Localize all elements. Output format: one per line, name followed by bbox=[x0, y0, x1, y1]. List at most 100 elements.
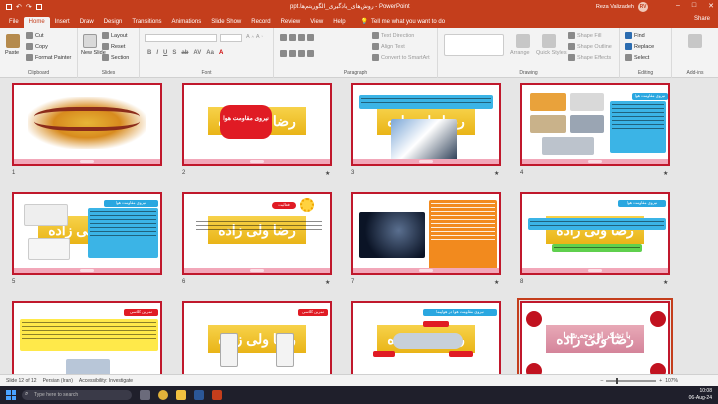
zoom-in-icon[interactable]: + bbox=[659, 378, 662, 384]
arrange-icon[interactable] bbox=[516, 34, 530, 48]
shape-effects-button[interactable]: Shape Effects bbox=[568, 54, 611, 61]
shape-fill-button[interactable]: Shape Fill bbox=[568, 32, 601, 39]
undo-icon[interactable]: ↶ bbox=[16, 3, 22, 11]
font-name-box[interactable] bbox=[145, 34, 217, 42]
tab-slide-show[interactable]: Slide Show bbox=[206, 17, 246, 28]
case-icon[interactable]: Aa bbox=[206, 50, 214, 56]
section-button[interactable]: Section bbox=[102, 54, 129, 61]
underline-icon[interactable]: U bbox=[163, 50, 167, 56]
quick-styles-button[interactable]: Quick Styles bbox=[536, 50, 567, 56]
align-text-button[interactable]: Align Text bbox=[372, 43, 405, 50]
arrange-button[interactable]: Arrange bbox=[510, 50, 530, 56]
convert-smartart-button[interactable]: Convert to SmartArt bbox=[372, 54, 430, 61]
find-button[interactable]: Find bbox=[625, 32, 645, 39]
parachute-image bbox=[530, 93, 566, 111]
slide-thumbnail-8[interactable]: رضا ولی زاده نیروی مقاومت هوا bbox=[520, 192, 670, 275]
slides-label: Slides bbox=[101, 70, 116, 76]
slide-thumbnail-10[interactable]: رضا ولی زاده تمرین کلاسی bbox=[182, 301, 332, 384]
bold-icon[interactable]: B bbox=[147, 50, 151, 56]
tab-insert[interactable]: Insert bbox=[50, 17, 75, 28]
language-indicator[interactable]: Persian (Iran) bbox=[43, 378, 73, 384]
powerpoint-icon[interactable] bbox=[212, 390, 222, 400]
transition-star-icon: ★ bbox=[663, 280, 669, 286]
slide-number: 5 bbox=[12, 279, 16, 285]
slide-thumbnail-9[interactable]: تمرین کلاسی bbox=[12, 301, 162, 384]
paste-icon[interactable] bbox=[6, 34, 20, 48]
zoom-slider[interactable] bbox=[606, 377, 657, 384]
addins-icon[interactable] bbox=[688, 34, 702, 48]
slide-thumbnail-1[interactable] bbox=[12, 83, 162, 166]
quick-styles-icon[interactable] bbox=[542, 34, 556, 48]
format-painter-button[interactable]: Format Painter bbox=[26, 54, 71, 61]
rose-image bbox=[526, 311, 542, 327]
tab-view[interactable]: View bbox=[305, 17, 328, 28]
slide-thumbnail-7[interactable] bbox=[351, 192, 501, 275]
slide-thumbnail-3[interactable]: رضا ولی زاده bbox=[351, 83, 501, 166]
windows-start-icon[interactable] bbox=[6, 390, 16, 400]
shapes-gallery[interactable] bbox=[444, 34, 504, 56]
tab-transitions[interactable]: Transitions bbox=[127, 17, 166, 28]
section-icon bbox=[102, 54, 109, 61]
reset-button[interactable]: Reset bbox=[102, 43, 125, 50]
shape-outline-button[interactable]: Shape Outline bbox=[568, 43, 612, 50]
task-view-icon[interactable] bbox=[140, 390, 150, 400]
select-button[interactable]: Select bbox=[625, 54, 649, 61]
ribbon: Paste Cut Copy Format Painter Clipboard … bbox=[0, 28, 718, 78]
close-icon[interactable]: ✕ bbox=[708, 2, 714, 10]
font-size-box[interactable] bbox=[220, 34, 242, 42]
font-color-icon[interactable]: A bbox=[219, 50, 223, 56]
tab-animations[interactable]: Animations bbox=[167, 17, 207, 28]
redo-icon[interactable]: ↷ bbox=[26, 3, 32, 11]
minimize-icon[interactable]: – bbox=[676, 2, 680, 10]
spacing-icon[interactable]: AV bbox=[193, 50, 201, 56]
layout-button[interactable]: Layout bbox=[102, 32, 128, 39]
slide-thumbnail-4[interactable]: نیروی مقاومت هوا bbox=[520, 83, 670, 166]
slide-thumbnail-12[interactable]: رضا ولی زاده با تشکر از توجه شما bbox=[517, 298, 673, 387]
system-clock[interactable]: 10:08 06-Aug-24 bbox=[689, 388, 712, 402]
grow-font-icon[interactable]: A ^ Aˇ bbox=[246, 34, 263, 40]
paste-button[interactable]: Paste bbox=[5, 50, 19, 56]
share-button[interactable]: Share bbox=[694, 16, 710, 22]
italic-icon[interactable]: I bbox=[156, 50, 158, 56]
slide-number: 4 bbox=[520, 170, 524, 176]
tab-draw[interactable]: Draw bbox=[75, 17, 99, 28]
slideshow-icon[interactable] bbox=[35, 4, 42, 10]
text-direction-button[interactable]: Text Direction bbox=[372, 32, 414, 39]
new-slide-icon[interactable] bbox=[83, 34, 97, 48]
avatar[interactable]: RV bbox=[638, 2, 648, 12]
maximize-icon[interactable]: □ bbox=[692, 2, 696, 10]
zoom-level[interactable]: 107% bbox=[665, 378, 678, 384]
slide-thumbnail-6[interactable]: رضا ولی زاده فعالیت bbox=[182, 192, 332, 275]
slide-thumbnail-2[interactable]: رضا ولی زاده نیروی مقاومت هوا bbox=[182, 83, 332, 166]
tab-record[interactable]: Record bbox=[246, 17, 275, 28]
footer-bar bbox=[522, 159, 668, 164]
accessibility-indicator[interactable]: Accessibility: Investigate bbox=[79, 378, 133, 384]
tab-design[interactable]: Design bbox=[99, 17, 128, 28]
copy-button[interactable]: Copy bbox=[26, 43, 48, 50]
slide-thumbnail-11[interactable]: رضا ولی زاده نیروی مقاومت هوا در هواپیما bbox=[351, 301, 501, 384]
zoom-out-icon[interactable]: – bbox=[601, 378, 604, 384]
tab-home[interactable]: Home bbox=[23, 17, 50, 28]
align-buttons[interactable] bbox=[280, 50, 314, 57]
replace-button[interactable]: Replace bbox=[625, 43, 654, 50]
cut-button[interactable]: Cut bbox=[26, 32, 44, 39]
tab-review[interactable]: Review bbox=[276, 17, 306, 28]
slide-thumbnail-5[interactable]: رضا ولی زاده نیروی مقاومت هوا bbox=[12, 192, 162, 275]
list-buttons[interactable] bbox=[280, 34, 314, 41]
save-icon[interactable] bbox=[6, 4, 12, 10]
shadow-icon[interactable]: S bbox=[172, 50, 176, 56]
word-icon[interactable] bbox=[194, 390, 204, 400]
file-explorer-icon[interactable] bbox=[176, 390, 186, 400]
taskbar-search[interactable]: Type here to search bbox=[22, 390, 132, 400]
paper-image bbox=[220, 333, 238, 367]
text-box bbox=[194, 218, 324, 240]
align-right-icon bbox=[298, 50, 305, 57]
user-area[interactable]: Reza Valizadeh RV bbox=[596, 2, 648, 12]
tab-help[interactable]: Help bbox=[328, 17, 350, 28]
tab-file[interactable]: File bbox=[4, 17, 24, 28]
label-red bbox=[423, 321, 449, 327]
strike-icon[interactable]: ab bbox=[181, 50, 188, 56]
chrome-icon[interactable] bbox=[158, 390, 168, 400]
tell-me-search[interactable]: 💡 Tell me what you want to do bbox=[355, 16, 452, 28]
slide-sorter: 1 رضا ولی زاده نیروی مقاومت هوا 2 ★ رضا … bbox=[0, 79, 718, 387]
